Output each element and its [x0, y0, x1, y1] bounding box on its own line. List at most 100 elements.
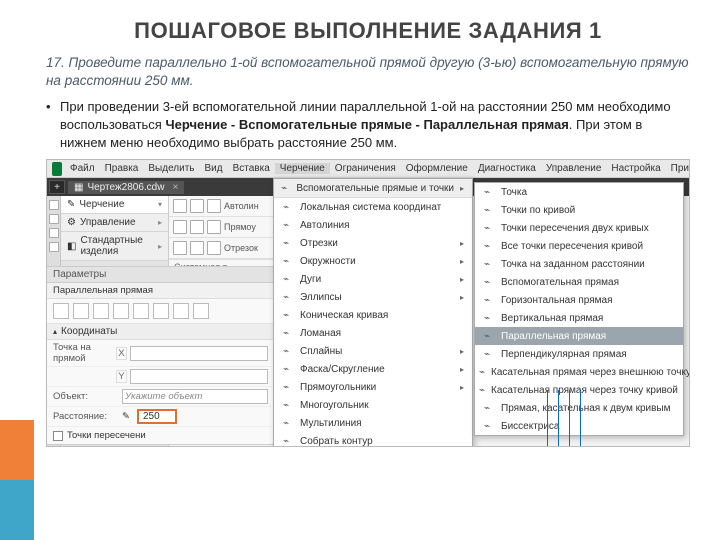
y-input[interactable] — [130, 369, 268, 384]
menu-constraints[interactable]: Ограничения — [330, 163, 401, 174]
menu-item[interactable]: ⌁Сплайны▸ — [274, 342, 472, 360]
menu-item-label: Точка на заданном расстоянии — [501, 259, 645, 270]
menu-item[interactable]: ⌁Автолиния — [274, 216, 472, 234]
param-mode-icon[interactable] — [173, 303, 189, 319]
x-input[interactable] — [130, 346, 268, 361]
menu-item-label: Перпендикулярная прямая — [501, 349, 627, 360]
menu-settings[interactable]: Настройка — [606, 163, 665, 174]
menu-item[interactable]: ⌁Параллельная прямая — [475, 327, 683, 345]
tooltab-management[interactable]: ⚙Управление▸ — [61, 214, 168, 232]
menu-item[interactable]: ⌁Вспомогательная прямая — [475, 273, 683, 291]
parameters-panel: Параметры Параллельная прямая Координаты… — [47, 266, 275, 445]
menu-item[interactable]: ⌁Мультилиния — [274, 414, 472, 432]
menu-insert[interactable]: Вставка — [228, 163, 275, 174]
app-screenshot: Файл Правка Выделить Вид Вставка Черчени… — [46, 159, 690, 447]
menu-item-label: Ломаная — [300, 328, 341, 339]
menu-item[interactable]: ⌁Локальная система координат — [274, 198, 472, 216]
menu-item-label: Коническая кривая — [300, 310, 388, 321]
menu-item-label: Многоугольник — [300, 400, 369, 411]
menu-management[interactable]: Управление — [541, 163, 607, 174]
menu-item[interactable]: ⌁Вспомогательные прямые и точки▸ — [274, 179, 472, 198]
param-mode-icon[interactable] — [73, 303, 89, 319]
menu-item[interactable]: ⌁Касательная прямая через внешнюю точку — [475, 363, 683, 381]
menu-item[interactable]: ⌁Фаска/Скругление▸ — [274, 360, 472, 378]
menu-item-icon: ⌁ — [278, 181, 290, 195]
tool-label: Отрезок — [224, 243, 258, 253]
menu-diagnostics[interactable]: Диагностика — [473, 163, 541, 174]
menu-item[interactable]: ⌁Прямоугольники▸ — [274, 378, 472, 396]
tool-icon[interactable] — [207, 220, 221, 234]
menu-item[interactable]: ⌁Окружности▸ — [274, 252, 472, 270]
menu-item-label: Вспомогательная прямая — [501, 277, 619, 288]
param-mode-icon[interactable] — [133, 303, 149, 319]
param-mode-icon[interactable] — [153, 303, 169, 319]
menu-item[interactable]: ⌁Точка — [475, 183, 683, 201]
menu-item[interactable]: ⌁Коническая кривая — [274, 306, 472, 324]
tool-icon[interactable] — [207, 241, 221, 255]
strip-icon[interactable] — [49, 228, 59, 238]
checkbox-icon — [53, 431, 63, 441]
menu-item[interactable]: ⌁Многоугольник — [274, 396, 472, 414]
tooltab-label: Черчение — [79, 199, 124, 210]
tool-icon[interactable] — [190, 241, 204, 255]
tool-icon[interactable] — [173, 241, 187, 255]
params-title: Параллельная прямая — [47, 283, 274, 299]
intersect-points-checkbox[interactable]: Точки пересечени — [47, 427, 274, 444]
params-header: Параметры — [47, 267, 274, 283]
menu-item[interactable]: ⌁Эллипсы▸ — [274, 288, 472, 306]
menu-item[interactable]: ⌁ Перпендикулярная прямая — [475, 345, 683, 363]
param-mode-icon[interactable] — [113, 303, 129, 319]
menu-select[interactable]: Выделить — [143, 163, 199, 174]
menu-item[interactable]: ⌁Точки пересечения двух кривых — [475, 219, 683, 237]
menu-item[interactable]: ⌁Все точки пересечения кривой — [475, 237, 683, 255]
tool-icon[interactable] — [207, 199, 221, 213]
distance-value-highlighted[interactable]: 250 — [137, 409, 177, 424]
menu-item-icon: ⌁ — [278, 416, 294, 430]
menu-item[interactable]: ⌁Дуги▸ — [274, 270, 472, 288]
menu-item[interactable]: ⌁Вертикальная прямая — [475, 309, 683, 327]
coords-group-header[interactable]: Координаты — [47, 324, 274, 340]
param-mode-icon[interactable] — [93, 303, 109, 319]
tool-icon[interactable] — [190, 220, 204, 234]
new-tab-button[interactable]: + — [49, 180, 65, 194]
menu-view[interactable]: Вид — [200, 163, 228, 174]
menu-item-label: Фаска/Скругление — [300, 364, 385, 375]
menu-item[interactable]: ⌁Отрезки▸ — [274, 234, 472, 252]
param-mode-icon[interactable] — [193, 303, 209, 319]
menu-item[interactable]: ⌁Точка на заданном расстоянии — [475, 255, 683, 273]
menu-item[interactable]: ⌁Ломаная — [274, 324, 472, 342]
menu-format[interactable]: Оформление — [401, 163, 473, 174]
menu-item-icon: ⌁ — [278, 290, 294, 304]
submenu-arrow-icon: ▸ — [460, 257, 464, 266]
menu-item-label: Вспомогательные прямые и точки — [296, 183, 454, 194]
menu-edit[interactable]: Правка — [100, 163, 144, 174]
menu-item-label: Точки пересечения двух кривых — [501, 223, 649, 234]
tool-icon[interactable] — [173, 199, 187, 213]
menu-item-icon: ⌁ — [479, 347, 495, 361]
tooltab-label: Управление — [80, 217, 136, 228]
menu-file[interactable]: Файл — [65, 163, 100, 174]
field-label: Точка на прямой — [53, 342, 113, 364]
menu-item[interactable]: ⌁Точки по кривой — [475, 201, 683, 219]
object-input[interactable] — [122, 389, 268, 404]
tool-icon[interactable] — [190, 199, 204, 213]
tooltab-drawing[interactable]: ✎Черчение▾ — [61, 196, 168, 214]
document-tab[interactable]: ▦ Чертеж2806.cdw × — [68, 181, 184, 194]
menu-apps[interactable]: Приложения — [666, 163, 690, 174]
menu-item[interactable]: ⌁Собрать контур — [274, 432, 472, 447]
point-y-field: Y — [47, 367, 274, 387]
tool-label: Прямоу — [224, 222, 256, 232]
param-mode-icon[interactable] — [53, 303, 69, 319]
close-tab-icon[interactable]: × — [172, 182, 178, 193]
menu-item-icon: ⌁ — [278, 200, 294, 214]
menu-item-label: Горизонтальная прямая — [501, 295, 613, 306]
strip-icon[interactable] — [49, 214, 59, 224]
tooltab-standard[interactable]: ◧Стандартные изделия▸ — [61, 232, 168, 261]
menu-item-label: Параллельная прямая — [501, 331, 606, 342]
menu-drawing[interactable]: Черчение — [275, 163, 330, 174]
strip-icon[interactable] — [49, 200, 59, 210]
strip-icon[interactable] — [49, 242, 59, 252]
menu-item[interactable]: ⌁Горизонтальная прямая — [475, 291, 683, 309]
checkbox-label: Точки пересечени — [67, 430, 146, 441]
tool-icon[interactable] — [173, 220, 187, 234]
